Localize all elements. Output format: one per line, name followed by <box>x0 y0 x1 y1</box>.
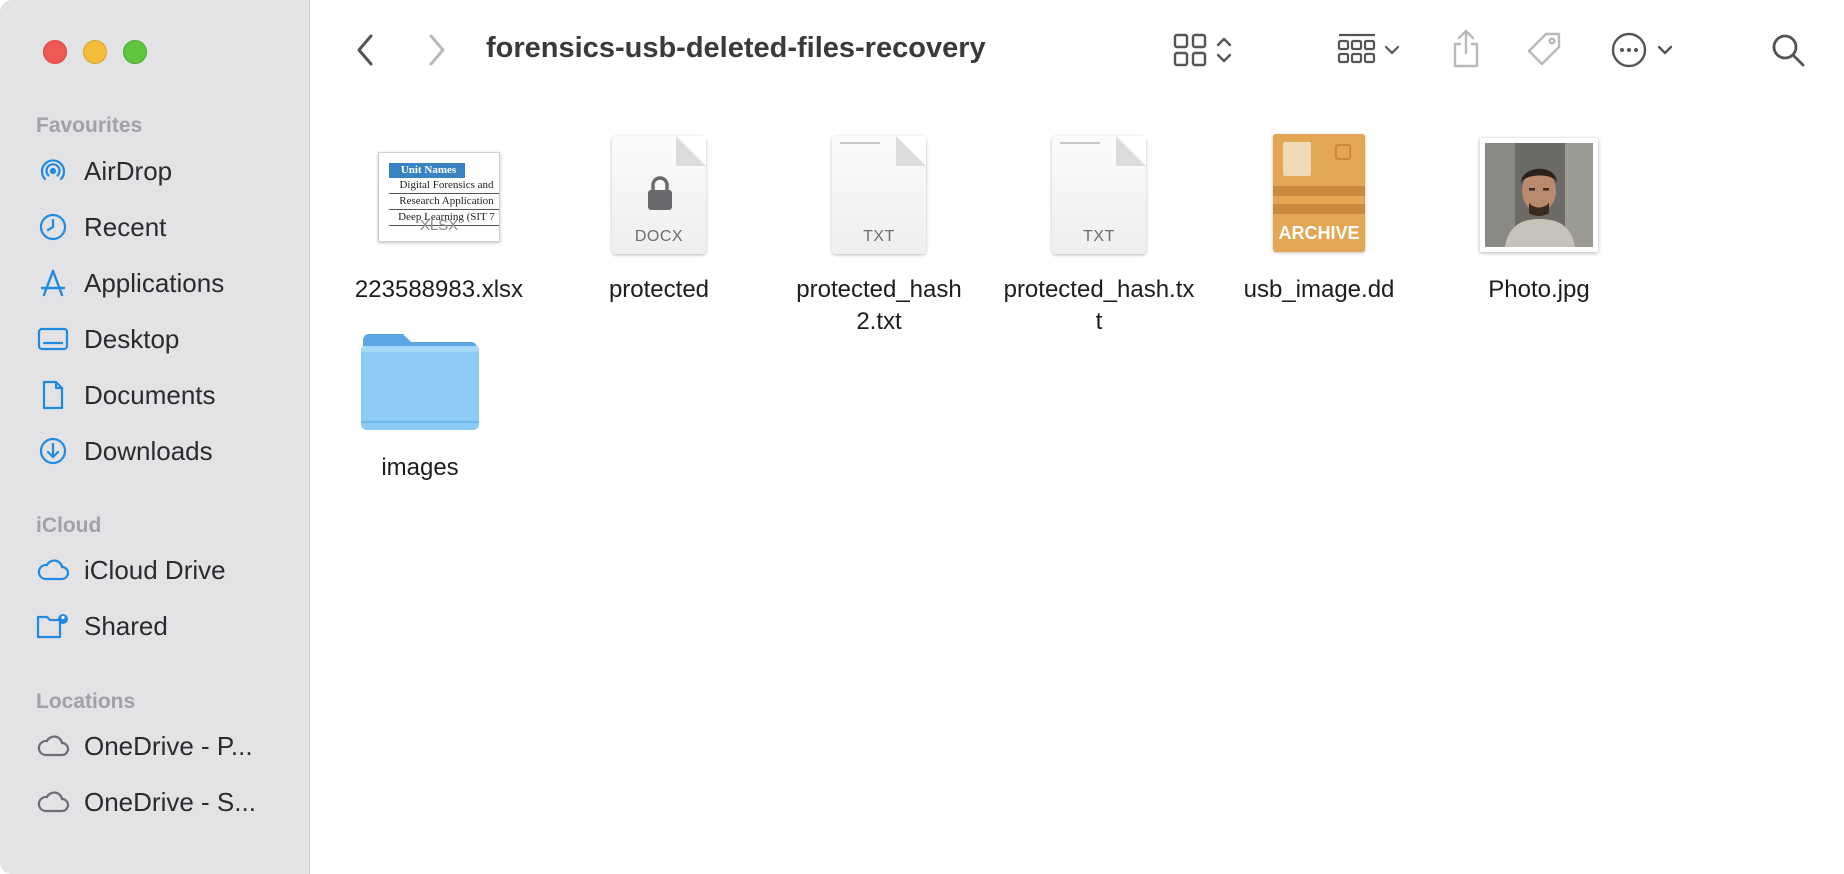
window-title: forensics-usb-deleted-files-recovery <box>486 32 986 64</box>
lock-icon <box>648 176 672 210</box>
file-item-docx[interactable]: DOCX protected <box>559 134 759 324</box>
tag-button[interactable] <box>1522 28 1566 72</box>
chevron-right-icon <box>429 34 445 66</box>
locations-heading: Locations <box>36 690 136 713</box>
sidebar-item-label: Documents <box>84 379 216 410</box>
cloud-icon <box>36 729 70 763</box>
sidebar-item-documents[interactable]: Documents <box>36 373 296 417</box>
sidebar-item-label: OneDrive - P... <box>84 730 253 761</box>
shared-folder-icon <box>36 609 70 643</box>
file-name: usb_image.dd <box>1243 276 1395 303</box>
file-name: 223588983.xlsx <box>354 276 524 303</box>
sidebar-item-onedrive-p[interactable]: OneDrive - P... <box>36 724 296 768</box>
sidebar-item-label: iCloud Drive <box>84 554 226 585</box>
close-button[interactable] <box>43 40 67 64</box>
search-icon <box>1772 34 1805 67</box>
favourites-heading: Favourites <box>36 114 143 137</box>
preview-row: Digital Forensics and <box>389 178 499 194</box>
file-item-txt[interactable]: TXT protected_hash2.txt <box>779 134 979 335</box>
preview-row: Research Application <box>389 194 499 210</box>
file-item-archive[interactable]: ARCHIVE usb_image.dd <box>1219 134 1419 324</box>
sidebar-item-label: Shared <box>84 610 168 641</box>
folder-item-images[interactable]: images <box>320 326 520 496</box>
download-icon <box>36 434 70 468</box>
photo-thumbnail <box>1480 138 1598 252</box>
search-button[interactable] <box>1768 30 1808 70</box>
forward-button[interactable] <box>422 32 452 68</box>
minimize-button[interactable] <box>83 40 107 64</box>
group-icon <box>1337 33 1400 64</box>
file-item-image[interactable]: Photo.jpg <box>1439 134 1639 324</box>
file-extension-label: XLSX <box>419 217 459 234</box>
file-extension-label: ARCHIVE <box>1278 223 1360 243</box>
file-name: protected <box>608 276 710 303</box>
more-actions-button[interactable] <box>1610 30 1680 70</box>
back-button[interactable] <box>350 32 380 68</box>
view-mode-button[interactable] <box>1172 30 1244 70</box>
archive-thumbnail: ARCHIVE <box>1273 134 1365 252</box>
sidebar-item-applications[interactable]: Applications <box>36 261 296 305</box>
file-extension-label: DOCX <box>634 228 684 245</box>
sidebar: Favourites AirDrop Recent Applications D… <box>0 0 310 874</box>
person-photo-icon <box>1485 143 1593 247</box>
icloud-heading: iCloud <box>36 514 102 537</box>
spreadsheet-thumbnail: Unit Names Digital Forensics and Researc… <box>378 152 500 242</box>
text-file-thumbnail: TXT <box>1052 136 1146 254</box>
file-extension-label: TXT <box>863 228 895 245</box>
file-name: Photo.jpg <box>1488 276 1590 303</box>
sidebar-item-label: Desktop <box>84 323 180 354</box>
sidebar-item-label: Applications <box>84 267 225 298</box>
preview-row: Unit Names <box>389 163 465 178</box>
sidebar-item-label: Downloads <box>84 435 213 466</box>
file-name: protected_hash2.txt <box>796 276 962 335</box>
sidebar-item-desktop[interactable]: Desktop <box>36 317 296 361</box>
tag-icon <box>1527 32 1561 66</box>
sidebar-item-airdrop[interactable]: AirDrop <box>36 149 296 193</box>
applications-icon <box>36 266 70 300</box>
airdrop-icon <box>36 154 70 188</box>
folder-icon <box>359 330 481 432</box>
sidebar-item-icloud-drive[interactable]: iCloud Drive <box>36 548 296 592</box>
sidebar-item-downloads[interactable]: Downloads <box>36 429 296 473</box>
file-extension-label: TXT <box>1083 228 1115 245</box>
zoom-button[interactable] <box>123 40 147 64</box>
file-name: images <box>381 454 459 481</box>
sidebar-item-label: Recent <box>84 211 167 242</box>
desktop-icon <box>36 322 70 356</box>
document-icon <box>36 378 70 412</box>
document-thumbnail: DOCX <box>612 136 706 254</box>
finder-window: Favourites AirDrop Recent Applications D… <box>0 0 1844 874</box>
sidebar-item-label: AirDrop <box>84 155 173 186</box>
group-by-button[interactable] <box>1336 30 1408 70</box>
window-controls <box>43 40 147 64</box>
file-item-xlsx[interactable]: Unit Names Digital Forensics and Researc… <box>339 134 539 324</box>
icloud-icon <box>36 553 70 587</box>
text-file-thumbnail: TXT <box>832 136 926 254</box>
share-icon <box>1453 29 1479 68</box>
share-button[interactable] <box>1448 26 1484 70</box>
sidebar-item-recent[interactable]: Recent <box>36 205 296 249</box>
file-name: protected_hash.txt <box>1003 276 1195 335</box>
grid-view-icon <box>1173 33 1232 67</box>
sidebar-item-shared[interactable]: Shared <box>36 604 296 648</box>
ellipsis-circle-icon <box>1611 32 1673 68</box>
sidebar-item-label: OneDrive - S... <box>84 786 256 817</box>
clock-icon <box>36 210 70 244</box>
chevron-left-icon <box>357 34 373 66</box>
sidebar-item-onedrive-s[interactable]: OneDrive - S... <box>36 780 296 824</box>
file-item-txt[interactable]: TXT protected_hash.txt <box>999 134 1199 335</box>
cloud-icon <box>36 785 70 819</box>
